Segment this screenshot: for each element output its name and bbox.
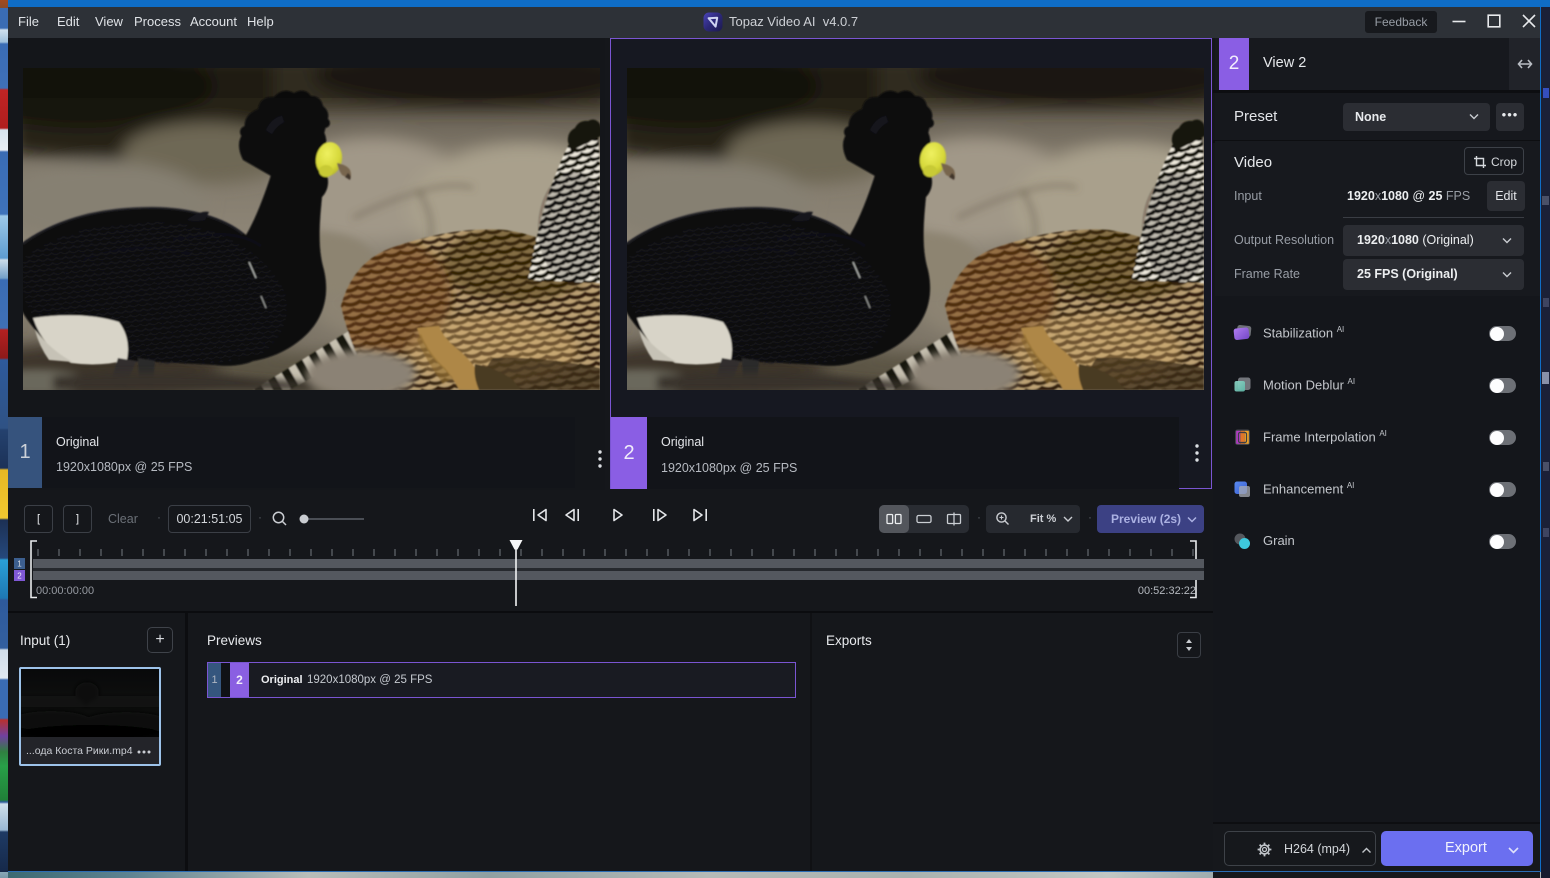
svg-text:00:00:00:00: 00:00:00:00	[36, 585, 94, 597]
svg-text:1: 1	[17, 560, 22, 569]
svg-text:00:52:32:22: 00:52:32:22	[1138, 585, 1196, 597]
svg-text:2: 2	[17, 572, 22, 581]
